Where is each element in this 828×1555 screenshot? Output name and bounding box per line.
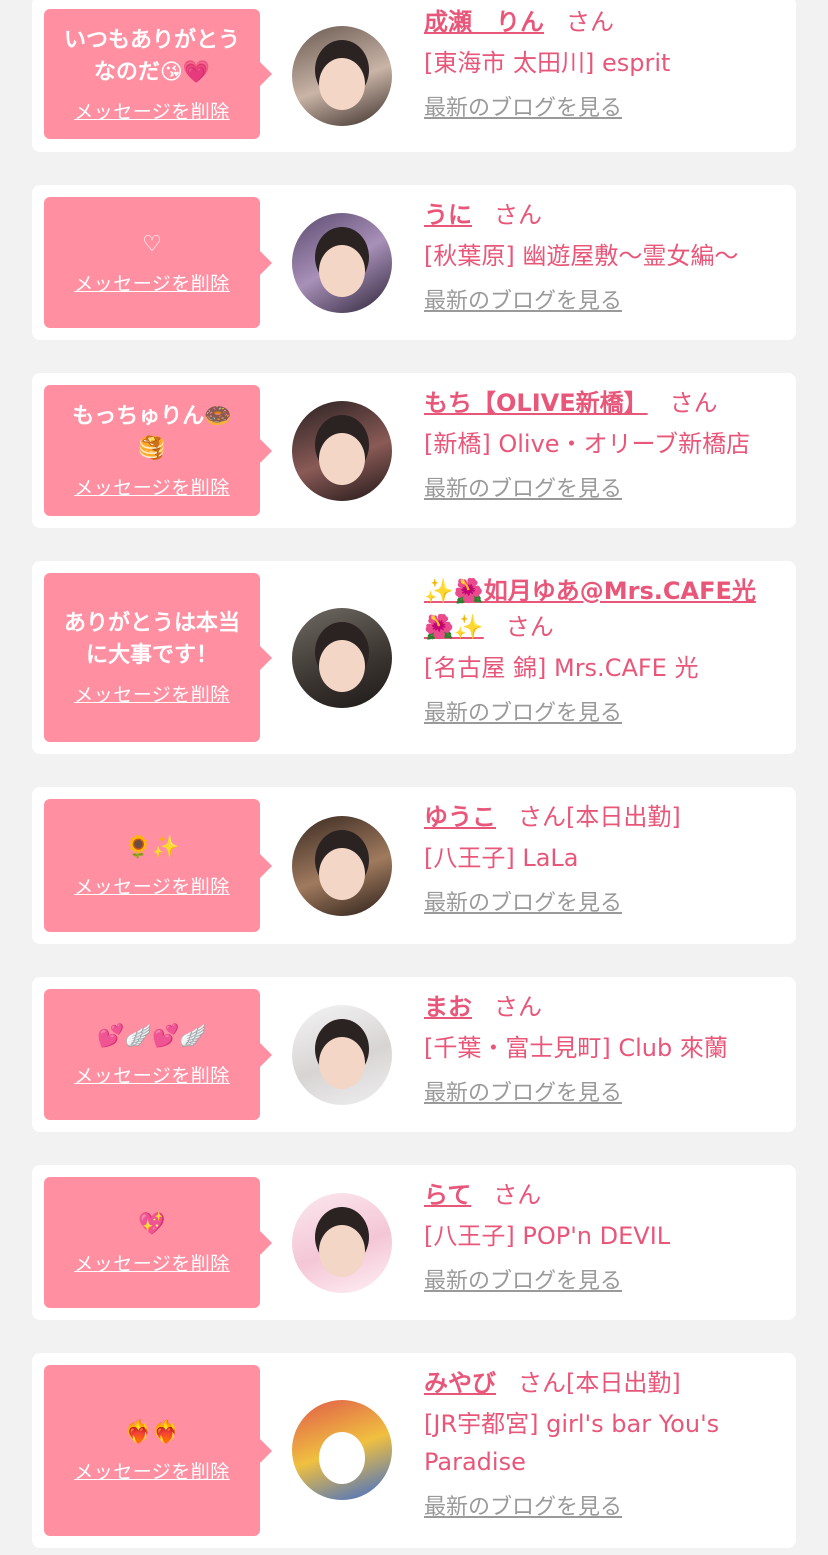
delete-message-link[interactable]: メッセージを削除 bbox=[74, 97, 230, 124]
latest-blog-link[interactable]: 最新のブログを見る bbox=[424, 94, 622, 124]
profile-info: うに さん [秋葉原] 幽遊屋敷～霊女編～ 最新のブログを見る bbox=[424, 197, 782, 317]
honorific: さん bbox=[494, 201, 542, 229]
message-bubble: 🌻✨ メッセージを削除 bbox=[44, 799, 272, 932]
message-card: いつもありがとう なのだ😘💗 メッセージを削除 成瀬 りん さん [東海市 太田川… bbox=[32, 0, 796, 152]
delete-message-link[interactable]: メッセージを削除 bbox=[74, 473, 230, 500]
shop-text: [八王子] POP'n DEVIL bbox=[424, 1222, 671, 1250]
profile-name-link[interactable]: まお bbox=[424, 993, 472, 1021]
latest-blog-link[interactable]: 最新のブログを見る bbox=[424, 287, 622, 317]
message-text: もっちゅりん🍩 🥞 bbox=[72, 404, 232, 461]
delete-message-link[interactable]: メッセージを削除 bbox=[74, 1061, 230, 1088]
profile-info: らて さん [八王子] POP'n DEVIL 最新のブログを見る bbox=[424, 1177, 782, 1297]
message-bubble: いつもありがとう なのだ😘💗 メッセージを削除 bbox=[44, 9, 272, 139]
message-text: 💖 bbox=[138, 1212, 166, 1237]
profile-info: 成瀬 りん さん [東海市 太田川] esprit 最新のブログを見る bbox=[424, 4, 782, 124]
shop-text: [八王子] LaLa bbox=[424, 844, 579, 872]
message-text: ♡ bbox=[142, 232, 162, 257]
shop-text: [東海市 太田川] esprit bbox=[424, 49, 671, 77]
latest-blog-link[interactable]: 最新のブログを見る bbox=[424, 475, 622, 505]
profile-name-link[interactable]: ゆうこ bbox=[424, 803, 496, 831]
message-card: 🌻✨ メッセージを削除 ゆうこ さん[本日出勤] [八王子] LaLa 最新のブロ… bbox=[32, 787, 796, 944]
shop-text: [新橋] Olive・オリーブ新橋店 bbox=[424, 430, 751, 458]
honorific: さん bbox=[518, 803, 566, 831]
avatar[interactable] bbox=[292, 608, 392, 708]
profile-name-link[interactable]: もち【OLIVE新橋】 bbox=[424, 389, 648, 417]
avatar[interactable] bbox=[292, 1193, 392, 1293]
delete-message-link[interactable]: メッセージを削除 bbox=[74, 1457, 230, 1484]
avatar[interactable] bbox=[292, 816, 392, 916]
status-text: [本日出勤] bbox=[566, 1369, 681, 1397]
message-card: ありがとうは本当 に大事です！ メッセージを削除 ✨🌺如月ゆあ@Mrs.CAFE… bbox=[32, 561, 796, 754]
shop-text: [JR宇都宮] girl's bar You's Paradise bbox=[424, 1410, 720, 1476]
message-bubble: ありがとうは本当 に大事です！ メッセージを削除 bbox=[44, 573, 272, 742]
honorific: さん bbox=[518, 1369, 566, 1397]
latest-blog-link[interactable]: 最新のブログを見る bbox=[424, 1493, 622, 1523]
delete-message-link[interactable]: メッセージを削除 bbox=[74, 872, 230, 899]
honorific: さん bbox=[505, 613, 554, 641]
latest-blog-link[interactable]: 最新のブログを見る bbox=[424, 889, 622, 919]
profile-name-link[interactable]: うに bbox=[424, 201, 472, 229]
status-text: [本日出勤] bbox=[566, 803, 681, 831]
message-bubble: 💕🪽💕🪽 メッセージを削除 bbox=[44, 989, 272, 1120]
message-text: ありがとうは本当 に大事です！ bbox=[63, 611, 240, 668]
message-text: いつもありがとう なのだ😘💗 bbox=[63, 27, 240, 85]
profile-info: まお さん [千葉・富士見町] Club 來蘭 最新のブログを見る bbox=[424, 989, 782, 1109]
honorific: さん bbox=[669, 389, 718, 417]
shop-text: [千葉・富士見町] Club 來蘭 bbox=[424, 1034, 728, 1062]
delete-message-link[interactable]: メッセージを削除 bbox=[74, 269, 230, 296]
profile-info: ゆうこ さん[本日出勤] [八王子] LaLa 最新のブログを見る bbox=[424, 799, 782, 919]
message-card: ❤️‍🔥❤️‍🔥 メッセージを削除 みやび さん[本日出勤] [JR宇都宮] gi… bbox=[32, 1353, 796, 1548]
message-card: もっちゅりん🍩 🥞 メッセージを削除 もち【OLIVE新橋】 さん [新橋] Ol… bbox=[32, 373, 796, 528]
delete-message-link[interactable]: メッセージを削除 bbox=[74, 1249, 230, 1276]
profile-info: みやび さん[本日出勤] [JR宇都宮] girl's bar You's Par… bbox=[424, 1365, 782, 1523]
message-bubble: ❤️‍🔥❤️‍🔥 メッセージを削除 bbox=[44, 1365, 272, 1536]
profile-name-link[interactable]: ✨🌺如月ゆあ@Mrs.CAFE光🌺✨ bbox=[424, 577, 756, 641]
avatar[interactable] bbox=[292, 1005, 392, 1105]
message-bubble: ♡ メッセージを削除 bbox=[44, 197, 272, 328]
avatar[interactable] bbox=[292, 26, 392, 126]
profile-info: ✨🌺如月ゆあ@Mrs.CAFE光🌺✨ さん [名古屋 錦] Mrs.CAFE 光 … bbox=[424, 573, 782, 729]
profile-name-link[interactable]: みやび bbox=[424, 1369, 496, 1397]
honorific: さん bbox=[566, 8, 614, 36]
profile-info: もち【OLIVE新橋】 さん [新橋] Olive・オリーブ新橋店 最新のブログを… bbox=[424, 385, 782, 505]
profile-name-link[interactable]: らて bbox=[424, 1181, 471, 1209]
delete-message-link[interactable]: メッセージを削除 bbox=[74, 680, 230, 707]
message-card: 💖 メッセージを削除 らて さん [八王子] POP'n DEVIL 最新のブログ… bbox=[32, 1165, 796, 1320]
message-text: 🌻✨ bbox=[124, 835, 180, 860]
message-bubble: もっちゅりん🍩 🥞 メッセージを削除 bbox=[44, 385, 272, 516]
avatar[interactable] bbox=[292, 213, 392, 313]
message-text: ❤️‍🔥❤️‍🔥 bbox=[124, 1420, 180, 1445]
avatar[interactable] bbox=[292, 401, 392, 501]
shop-text: [秋葉原] 幽遊屋敷～霊女編～ bbox=[424, 242, 739, 270]
latest-blog-link[interactable]: 最新のブログを見る bbox=[424, 1267, 622, 1297]
shop-text: [名古屋 錦] Mrs.CAFE 光 bbox=[424, 654, 699, 682]
latest-blog-link[interactable]: 最新のブログを見る bbox=[424, 699, 622, 729]
message-card: ♡ メッセージを削除 うに さん [秋葉原] 幽遊屋敷～霊女編～ 最新のブログを見… bbox=[32, 185, 796, 340]
profile-name-link[interactable]: 成瀬 りん bbox=[424, 8, 544, 36]
honorific: さん bbox=[493, 1181, 542, 1209]
message-card: 💕🪽💕🪽 メッセージを削除 まお さん [千葉・富士見町] Club 來蘭 最新の… bbox=[32, 977, 796, 1132]
honorific: さん bbox=[494, 993, 542, 1021]
latest-blog-link[interactable]: 最新のブログを見る bbox=[424, 1079, 622, 1109]
message-text: 💕🪽💕🪽 bbox=[97, 1024, 207, 1049]
message-bubble: 💖 メッセージを削除 bbox=[44, 1177, 272, 1308]
avatar[interactable] bbox=[292, 1400, 392, 1500]
